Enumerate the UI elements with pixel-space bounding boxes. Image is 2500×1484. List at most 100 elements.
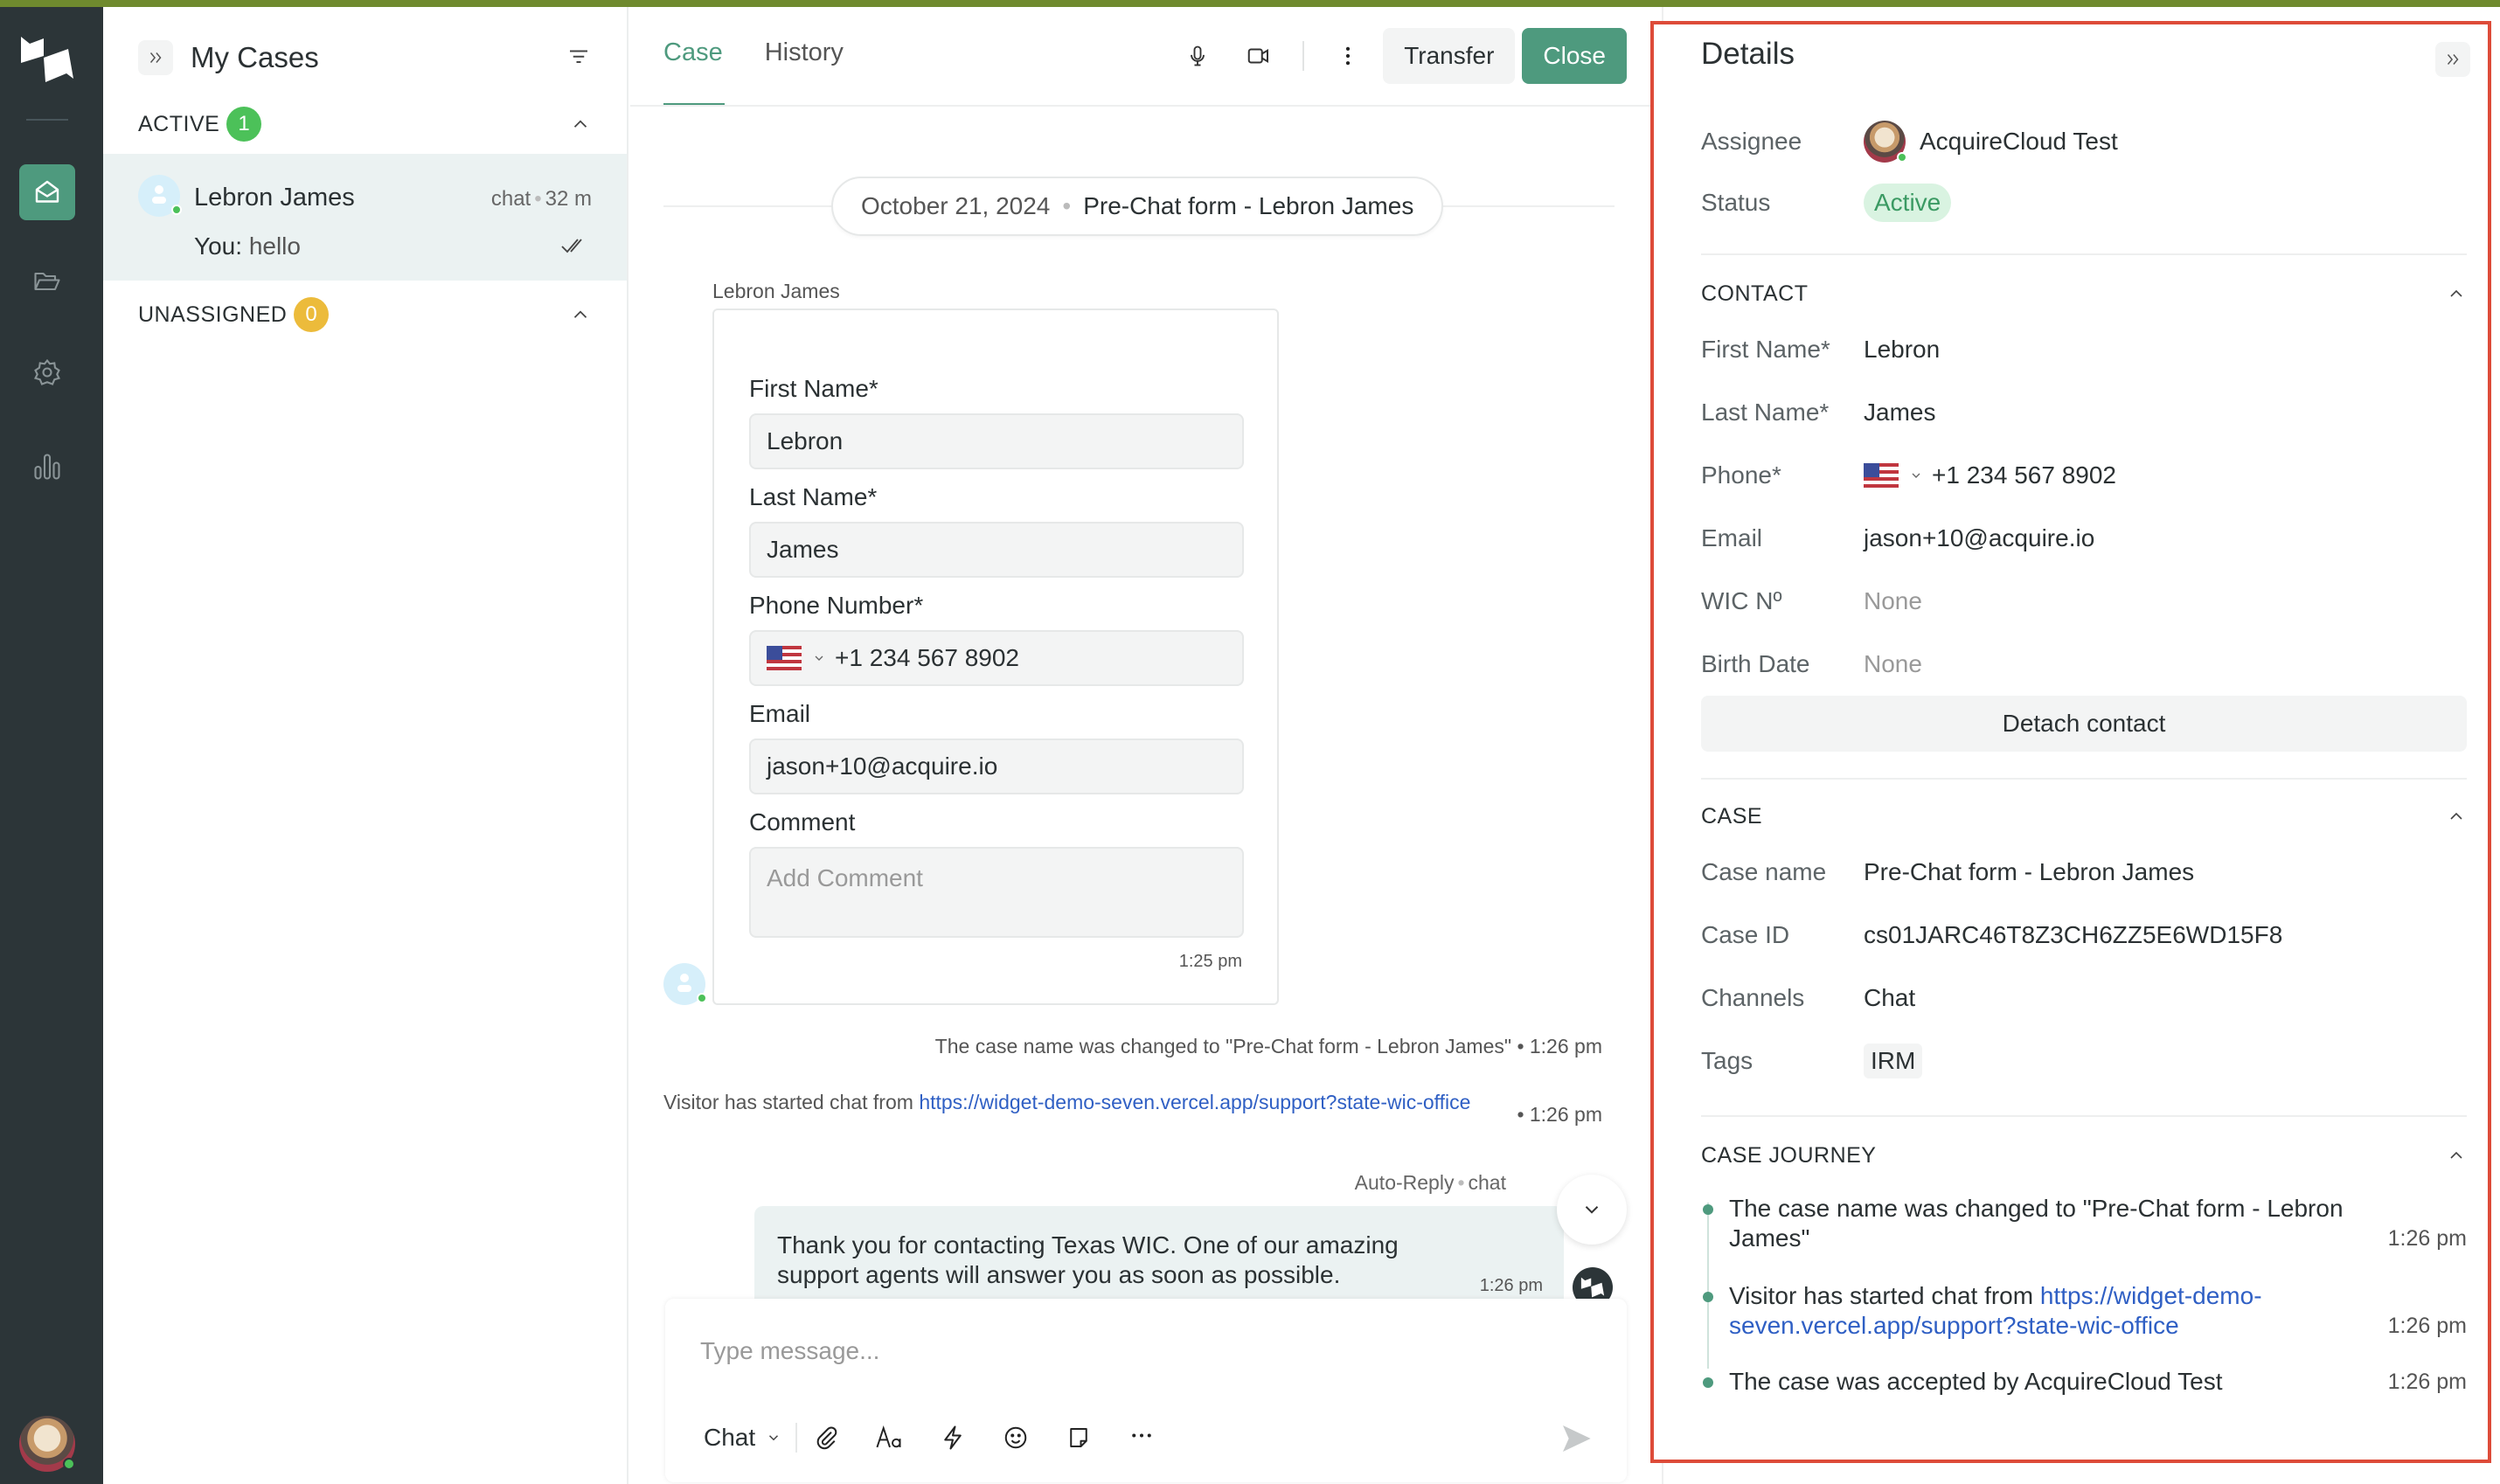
filter-icon[interactable] (566, 45, 592, 71)
message-time: 1:25 pm (1178, 952, 1242, 971)
field-label: WIC Nº (1701, 587, 1782, 614)
chevron-up-icon (2450, 1151, 2462, 1159)
rail-item-inbox[interactable] (19, 164, 75, 220)
case-field-row: Case name Pre-Chat form - Lebron James (1701, 853, 2467, 891)
case-channel: chat (490, 187, 531, 211)
more-vertical-icon (1346, 46, 1351, 66)
journey-text: Visitor has started chat from https://wi… (1729, 1281, 2376, 1341)
tab-case[interactable]: Case (663, 38, 725, 107)
field-label: Last Name* (1701, 399, 1830, 426)
chevron-up-icon (2450, 289, 2462, 297)
journey-section-header[interactable]: CASE JOURNEY (1701, 1138, 2467, 1173)
wic-number-value[interactable]: None (1864, 587, 1922, 615)
folder-open-icon (34, 272, 60, 291)
case-list-item[interactable]: Lebron James chat • 32 m You: hello (103, 154, 627, 281)
email-value[interactable]: jason+10@acquire.io (1864, 524, 2094, 552)
status-badge: Active (1864, 184, 1952, 222)
text-format-button[interactable] (872, 1420, 907, 1455)
note-button[interactable] (1061, 1420, 1096, 1455)
system-message-text: Visitor has started chat from (663, 1091, 920, 1113)
auto-reply-channel: chat (1468, 1171, 1506, 1194)
quick-replies-button[interactable] (935, 1420, 970, 1455)
section-active[interactable]: ACTIVE 1 (138, 105, 592, 143)
system-message-time: • 1:26 pm (1517, 1103, 1602, 1126)
journey-time: 1:26 pm (2387, 1370, 2467, 1394)
more-options-button[interactable] (1330, 38, 1365, 73)
user-avatar[interactable] (19, 1416, 75, 1472)
tab-history[interactable]: History (765, 38, 844, 67)
send-button[interactable] (1559, 1421, 1594, 1456)
cases-header: My Cases (138, 38, 592, 77)
attach-button[interactable] (809, 1420, 844, 1455)
system-message: Visitor has started chat from https://wi… (663, 1089, 1485, 1116)
message-input[interactable] (700, 1337, 1487, 1365)
conversation-date: October 21, 2024 (861, 192, 1051, 219)
contact-field-row: First Name* Lebron (1701, 330, 2467, 369)
rail-item-settings[interactable] (19, 344, 75, 400)
contact-field-row: Birth Date None (1701, 645, 2467, 683)
last-name-value[interactable]: James (1864, 399, 1935, 426)
more-tools-button[interactable] (1124, 1420, 1159, 1455)
rail-item-folder[interactable] (19, 253, 75, 309)
system-message-text: The case name was changed to "Pre-Chat f… (934, 1035, 1512, 1058)
timeline-dot (1703, 1377, 1713, 1388)
case-last-message: You: hello (194, 232, 301, 260)
transfer-button[interactable]: Transfer (1383, 28, 1516, 84)
chevron-up-icon (573, 310, 587, 318)
assignee-label: Assignee (1701, 128, 1802, 155)
contact-heading: CONTACT (1701, 281, 1809, 306)
paperclip-icon (816, 1426, 837, 1450)
detach-contact-button[interactable]: Detach contact (1701, 696, 2467, 752)
field-label: Tags (1701, 1047, 1753, 1074)
rail-divider (26, 119, 68, 121)
case-section-header[interactable]: CASE (1701, 799, 2467, 834)
app-logo-icon (1580, 1277, 1605, 1298)
chevron-down-icon (1585, 1206, 1599, 1214)
last-name-field[interactable]: James (749, 522, 1244, 578)
rail-item-analytics[interactable] (19, 439, 75, 495)
voice-call-button[interactable] (1180, 38, 1215, 73)
section-unassigned[interactable]: UNASSIGNED 0 (138, 295, 592, 334)
comment-field[interactable]: Add Comment (749, 847, 1244, 938)
scroll-to-bottom-button[interactable] (1557, 1175, 1627, 1245)
collapse-details-button[interactable] (2435, 42, 2470, 77)
birth-date-value[interactable]: None (1864, 650, 1922, 678)
timeline-dot (1703, 1292, 1713, 1302)
inbox-envelope-icon (35, 180, 59, 203)
chevron-up-icon (2450, 812, 2462, 820)
close-case-button[interactable]: Close (1522, 28, 1627, 84)
case-id-value: cs01JARC46T8Z3CH6ZZ5E6WD15F8 (1864, 921, 2283, 948)
contact-section-header[interactable]: CONTACT (1701, 276, 2467, 311)
case-age: 32 m (545, 187, 592, 211)
source-url-link[interactable]: https://widget-demo-seven.vercel.app/sup… (919, 1091, 1470, 1113)
chevron-down-icon (769, 1435, 779, 1441)
journey-text-prefix: Visitor has started chat from (1729, 1282, 2040, 1309)
visitor-avatar (138, 175, 182, 217)
expand-panel-button[interactable] (138, 40, 173, 75)
chevron-down-icon[interactable] (812, 651, 826, 665)
phone-value: +1 234 567 8902 (835, 644, 1019, 671)
case-name-value[interactable]: Pre-Chat form - Lebron James (1864, 858, 2194, 886)
chevron-down-icon[interactable] (1909, 468, 1923, 482)
online-status-dot (1897, 152, 1907, 163)
channel-select[interactable]: Chat (704, 1424, 781, 1452)
online-status-dot (63, 1458, 75, 1470)
tag-chip[interactable]: IRM (1864, 1044, 1923, 1078)
field-label: Phone* (1701, 461, 1781, 489)
assignee-value[interactable]: AcquireCloud Test (1864, 121, 2118, 163)
prechat-form-card: First Name* Lebron Last Name* James Phon… (712, 309, 1279, 1005)
conversation-panel: Case History Transfer Close October 21, … (630, 7, 1651, 1484)
timeline-dot (1703, 1204, 1713, 1215)
phone-number: +1 234 567 8902 (1932, 461, 2116, 489)
unassigned-count-badge: 0 (294, 297, 330, 332)
first-name-value[interactable]: Lebron (1864, 336, 1940, 364)
first-name-field[interactable]: Lebron (749, 413, 1244, 469)
phone-field[interactable]: +1 234 567 8902 (749, 630, 1244, 686)
system-message-time: • 1:26 pm (1517, 1035, 1602, 1058)
email-field[interactable]: jason+10@acquire.io (749, 739, 1244, 794)
journey-item: Visitor has started chat from https://wi… (1701, 1281, 2467, 1341)
emoji-button[interactable] (998, 1420, 1033, 1455)
phone-value[interactable]: +1 234 567 8902 (1864, 461, 2116, 489)
video-call-button[interactable] (1241, 38, 1276, 73)
online-status-dot (171, 205, 182, 215)
